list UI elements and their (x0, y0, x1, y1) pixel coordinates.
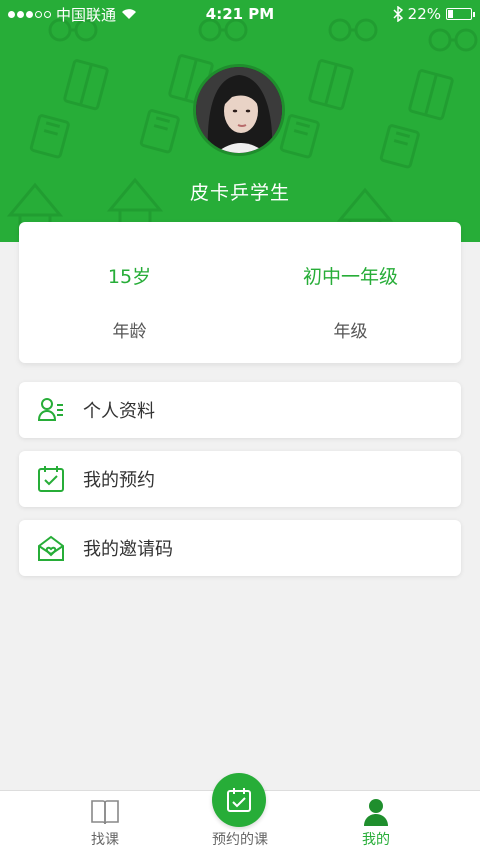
carrier-name: 中国联通 (56, 5, 117, 24)
menu-label-invite-code: 我的邀请码 (83, 539, 173, 560)
avatar[interactable] (193, 64, 285, 156)
calendar-check-icon (37, 465, 65, 493)
menu-item-profile[interactable]: 个人资料 (19, 382, 461, 438)
envelope-heart-icon (37, 534, 65, 562)
battery-icon (446, 8, 475, 20)
grade-column: 初中一年级 年级 (240, 222, 461, 363)
age-column: 15岁 年龄 (19, 222, 240, 363)
student-name: 皮卡乒学生 (189, 182, 290, 204)
menu-item-appointments[interactable]: 我的预约 (19, 451, 461, 507)
status-bar: 中国联通 4:21 PM 22% (0, 0, 480, 28)
grade-label: 年级 (333, 322, 368, 342)
wifi-icon (122, 9, 137, 19)
user-avatar-photo (196, 67, 282, 153)
profile-header: 中国联通 4:21 PM 22% 皮卡乒学生 (0, 0, 480, 242)
age-label: 年龄 (112, 322, 147, 342)
age-value: 15岁 (107, 266, 152, 288)
signal-strength-icon (8, 10, 51, 18)
menu-label-appointments: 我的预约 (83, 470, 155, 491)
bluetooth-icon (393, 6, 403, 22)
menu-label-profile: 个人资料 (83, 401, 155, 422)
battery-percent: 22% (407, 5, 441, 23)
info-card: 15岁 年龄 初中一年级 年级 (19, 222, 461, 363)
booked-courses-button[interactable] (212, 773, 266, 827)
tab-mine[interactable]: 我的 (296, 791, 456, 853)
tab-label-mine: 我的 (362, 832, 390, 848)
profile-icon (37, 396, 65, 424)
book-icon (90, 798, 120, 830)
grade-value: 初中一年级 (302, 266, 398, 288)
person-icon (363, 798, 389, 830)
calendar-check-icon (227, 788, 251, 812)
menu-item-invite-code[interactable]: 我的邀请码 (19, 520, 461, 576)
